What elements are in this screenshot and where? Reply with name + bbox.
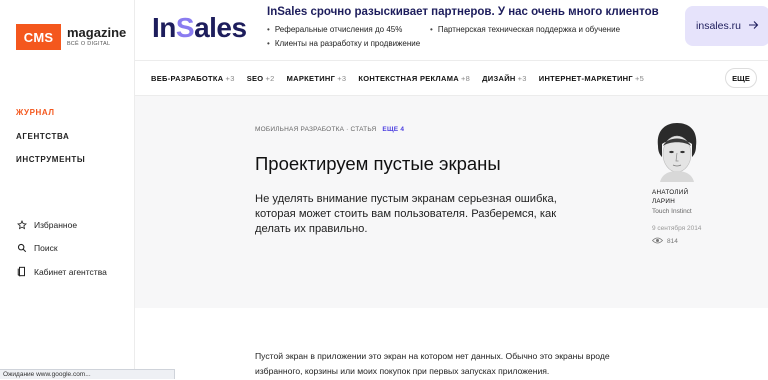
banner-bullet: Клиенты на разработку и продвижение [267, 36, 420, 50]
category-label: МАРКЕТИНГ [286, 74, 336, 83]
cms-magazine-logo[interactable]: CMS magazine ВСЁ О DIGITAL [16, 24, 126, 50]
nav-item-search[interactable]: Поиск [16, 237, 107, 261]
category-context-ads[interactable]: КОНТЕКСТНАЯ РЕКЛАМА +8 [358, 74, 470, 83]
nav-item-agency-cabinet[interactable]: Кабинет агентства [16, 260, 107, 284]
insales-logo-in: In [152, 12, 176, 43]
insales-logo: InSales [152, 12, 247, 44]
star-icon [16, 219, 28, 230]
browser-status-bar: Ожидание www.google.com... [0, 369, 175, 379]
article-meta: МОБИЛЬНАЯ РАЗРАБОТКА · СТАТЬЯ ЕЩЕ 4 [255, 126, 404, 133]
category-internet-marketing[interactable]: ИНТЕРНЕТ-МАРКЕТИНГ +5 [539, 74, 644, 83]
author-name-last: ЛАРИН [652, 198, 676, 205]
article-date: 9 сентября 2014 [652, 225, 702, 232]
category-web-development[interactable]: ВЕБ-РАЗРАБОТКА +3 [151, 74, 235, 83]
banner-bullet: Реферальные отчисления до 45% [267, 22, 430, 36]
author-avatar[interactable] [652, 122, 702, 182]
agency-cabinet-icon [16, 266, 28, 277]
category-label: ИНТЕРНЕТ-МАРКЕТИНГ [538, 74, 633, 83]
logo-box: CMS [16, 24, 61, 50]
nav-item-favorites[interactable]: Избранное [16, 213, 107, 237]
search-label: Поиск [34, 243, 58, 254]
secondary-nav: Избранное Поиск Кабинет агентства [16, 213, 107, 284]
logo-name: magazine [67, 25, 127, 41]
more-categories-button[interactable]: ЕЩЕ [725, 68, 757, 88]
category-label: ВЕБ-РАЗРАБОТКА [151, 74, 224, 83]
eye-icon [651, 237, 664, 246]
category-count: +8 [460, 74, 471, 83]
category-count: +2 [265, 74, 275, 83]
nav-item-tools[interactable]: ИНСТРУМЕНТЫ [16, 155, 85, 179]
logo-tagline: ВСЁ О DIGITAL [67, 41, 111, 48]
category-design[interactable]: ДИЗАЙН +3 [482, 74, 527, 83]
banner-bullet: Партнерская техническая поддержка и обуч… [430, 22, 620, 36]
author-name[interactable]: АНАТОЛИЙ ЛАРИН [652, 188, 712, 206]
article-meta-more-link[interactable]: ЕЩЕ 4 [382, 126, 404, 133]
category-label: SEO [246, 74, 264, 83]
author-company: Touch Instinct [652, 208, 692, 215]
category-seo[interactable]: SEO +2 [247, 74, 275, 83]
nav-item-agencies[interactable]: АГЕНТСТВА [16, 132, 85, 156]
category-count: +3 [225, 74, 235, 83]
article-body: Пустой экран в приложении это экран на к… [255, 351, 610, 376]
banner-cta-button[interactable]: insales.ru [685, 6, 768, 46]
category-label: ДИЗАЙН [482, 74, 516, 83]
insales-banner[interactable]: InSales InSales срочно разыскивает партн… [135, 0, 768, 61]
favorites-label: Избранное [34, 219, 78, 230]
arrow-right-icon [748, 19, 759, 33]
article-meta-text[interactable]: МОБИЛЬНАЯ РАЗРАБОТКА · СТАТЬЯ [255, 126, 376, 133]
views-count: 814 [667, 238, 678, 245]
category-nav: ВЕБ-РАЗРАБОТКА +3 SEO +2 МАРКЕТИНГ +3 КОНТЕ… [135, 61, 768, 96]
banner-bullets: Реферальные отчисления до 45% Партнерска… [267, 22, 620, 50]
category-count: +5 [634, 74, 645, 83]
insales-logo-ales: ales [194, 12, 247, 43]
article-views: 814 [651, 237, 712, 246]
category-count: +3 [337, 74, 347, 83]
nav-item-journal[interactable]: ЖУРНАЛ [16, 108, 85, 132]
insales-logo-s: S [175, 12, 195, 43]
sidebar: CMS magazine ВСЁ О DIGITAL ЖУРНАЛ АГЕНТС… [0, 0, 135, 379]
logo-text: magazine ВСЁ О DIGITAL [67, 26, 126, 48]
agency-cabinet-label: Кабинет агентства [34, 266, 107, 277]
article-title: Проектируем пустые экраны [255, 153, 501, 174]
category-label: КОНТЕКСТНАЯ РЕКЛАМА [358, 74, 459, 83]
banner-headline: InSales срочно разыскивает партнеров. У … [267, 6, 659, 18]
author-name-first: АНАТОЛИЙ [652, 189, 689, 196]
article-lead: Не уделять внимание пустым экранам серье… [255, 193, 557, 235]
author-card: АНАТОЛИЙ ЛАРИН Touch Instinct 9 сентября… [651, 122, 712, 246]
banner-cta-label: insales.ru [696, 20, 741, 32]
main-nav: ЖУРНАЛ АГЕНТСТВА ИНСТРУМЕНТЫ [16, 108, 85, 179]
category-marketing[interactable]: МАРКЕТИНГ +3 [287, 74, 347, 83]
search-icon [16, 243, 28, 253]
category-count: +3 [517, 74, 527, 83]
